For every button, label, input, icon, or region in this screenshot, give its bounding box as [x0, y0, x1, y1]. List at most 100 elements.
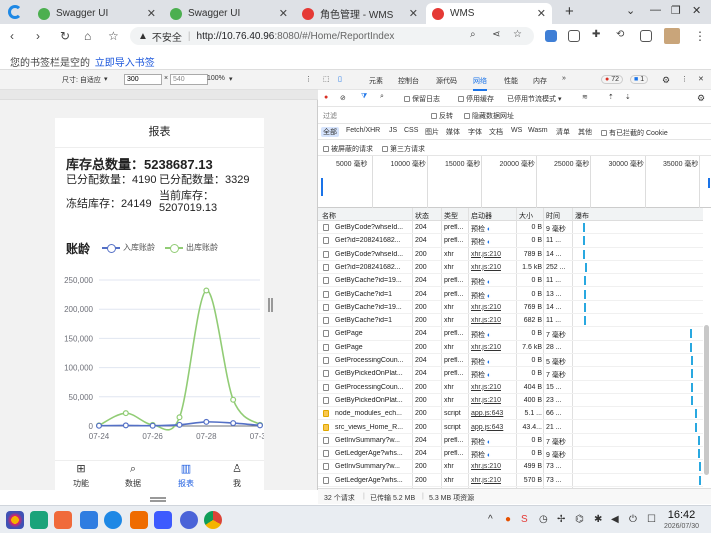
nav-me[interactable]: ♙ 我 — [222, 463, 252, 489]
minimize-icon[interactable]: — — [650, 4, 661, 16]
zoom-select[interactable]: 100% — [207, 75, 225, 82]
tray-s-icon[interactable]: S — [521, 514, 528, 525]
browser-tab-4[interactable]: WMS ✕ — [426, 3, 552, 24]
record-icon[interactable]: ● — [324, 94, 328, 101]
request-initiator[interactable]: xhr.js:210 — [471, 463, 517, 470]
bottom-resize-handle-icon[interactable] — [150, 497, 166, 499]
network-settings-icon[interactable]: ⚙ — [697, 93, 705, 104]
table-row[interactable]: GetByCode?whseId... 200 xhr xhr.js:210 789 B… — [318, 248, 703, 261]
multitask-icon[interactable] — [30, 511, 48, 529]
col-status[interactable]: 状态 — [415, 211, 429, 221]
tray-power-icon[interactable]: ⏻ — [629, 514, 637, 525]
table-row[interactable]: GetLedgerAge?whs... 204 prefl... 预检 ◐ 0 B 9 毫… — [318, 447, 703, 461]
request-initiator[interactable]: xhr.js:210 — [471, 251, 517, 258]
third-party-checkbox[interactable]: 第三方请求 — [382, 144, 425, 154]
table-row[interactable]: GetInvSummary?w... 200 xhr xhr.js:210 499 B 7… — [318, 460, 703, 474]
filter-input[interactable]: 过滤 — [323, 111, 423, 121]
blocked-requests-checkbox[interactable]: 被屏蔽的请求 — [323, 144, 373, 154]
filter-font[interactable]: 字体 — [466, 127, 484, 137]
resize-handle-icon[interactable] — [268, 298, 270, 312]
more-options-icon[interactable]: ⋮ — [681, 75, 688, 83]
table-row[interactable]: Get?id=208241682... 200 xhr xhr.js:210 1.5 k… — [318, 261, 703, 275]
table-row[interactable]: GetByCache?id=19... 204 prefl... 预检 ◐ 0 B 11 … — [318, 274, 703, 288]
table-row[interactable]: GetByCache?id=1 204 prefl... 预检 ◐ 0 B 13 ... — [318, 288, 703, 301]
col-name[interactable]: 名称 — [322, 211, 336, 221]
nav-data[interactable]: ⌕ 数据 — [118, 463, 148, 489]
devtools-tab-performance[interactable]: 性能 — [504, 76, 518, 86]
devtools-tab-elements[interactable]: 元素 — [369, 76, 383, 86]
preserve-log-checkbox[interactable]: 保留日志 — [404, 94, 440, 104]
close-icon[interactable]: ✕ — [537, 7, 546, 20]
request-initiator[interactable]: xhr.js:210 — [471, 344, 517, 351]
forward-icon[interactable]: › — [36, 29, 40, 43]
menu-icon[interactable]: ⋮ — [694, 29, 706, 43]
device-width-input[interactable] — [124, 74, 162, 85]
col-type[interactable]: 类型 — [444, 211, 458, 221]
browser-logo-icon[interactable] — [8, 5, 22, 19]
table-row[interactable]: GetPage 200 xhr xhr.js:210 7.6 kB 28 ... — [318, 341, 703, 354]
table-row[interactable]: GetByCode?whseId... 204 prefl... 预检 ◐ 0 B 9 毫… — [318, 221, 703, 235]
table-row[interactable]: GetByCache?id=1 200 xhr xhr.js:210 682 B 11 .… — [318, 314, 703, 328]
devtools-tab-network[interactable]: 网络 — [473, 76, 487, 91]
devtools-tab-memory[interactable]: 内存 — [533, 76, 547, 86]
filter-css[interactable]: CSS — [402, 127, 420, 134]
filter-doc[interactable]: 文档 — [487, 127, 505, 137]
filter-img[interactable]: 图片 — [423, 127, 441, 137]
table-row[interactable]: GetPage 204 prefl... 预检 ◐ 0 B 7 毫秒 — [318, 327, 703, 341]
request-initiator[interactable]: xhr.js:210 — [471, 397, 517, 404]
reload-icon[interactable]: ↻ — [60, 29, 70, 43]
request-initiator[interactable]: xhr.js:210 — [471, 384, 517, 391]
profile-avatar[interactable] — [664, 28, 680, 44]
request-initiator[interactable]: app.js:643 — [471, 410, 517, 417]
system-clock[interactable]: 16:42 2026/07/30 — [664, 510, 699, 532]
close-devtools-icon[interactable]: ✕ — [698, 75, 704, 83]
throttle-select[interactable]: 已停用节流模式 ▾ — [507, 94, 561, 104]
tray-network-icon[interactable]: ⌬ — [575, 514, 584, 525]
table-row[interactable]: GetByPickedOnPlat... 204 prefl... 预检 ◐ 0 B 7 … — [318, 367, 703, 381]
tray-settings-icon[interactable]: ✢ — [557, 514, 565, 525]
extension-icon[interactable] — [545, 30, 557, 42]
bookmark-star-icon[interactable]: ☆ — [108, 29, 119, 43]
tray-volume-icon[interactable]: ◀ — [611, 514, 619, 525]
warning-icon[interactable]: ▲ — [138, 31, 148, 42]
more-options-icon[interactable]: ⋮ — [305, 75, 312, 83]
tray-app-icon[interactable]: ● — [505, 514, 511, 525]
history-icon[interactable]: ⟲ — [616, 29, 624, 40]
device-size-select[interactable]: 尺寸: 自适应 — [62, 75, 101, 85]
request-initiator[interactable]: xhr.js:210 — [471, 477, 517, 484]
request-initiator[interactable]: xhr.js:210 — [471, 317, 517, 324]
close-icon[interactable]: ✕ — [279, 7, 288, 20]
table-row[interactable]: GetByPickedOnPlat... 200 xhr xhr.js:210 400 … — [318, 394, 703, 408]
monitor-icon[interactable] — [180, 511, 198, 529]
tray-bluetooth-icon[interactable]: ✱ — [594, 514, 602, 525]
chrome-icon[interactable] — [204, 511, 222, 529]
devtools-tab-console[interactable]: 控制台 — [398, 76, 419, 86]
deepin-icon[interactable] — [104, 511, 122, 529]
filter-all[interactable]: 全部 — [321, 127, 339, 137]
file-manager-icon[interactable] — [80, 511, 98, 529]
settings-gear-icon[interactable]: ⚙ — [662, 75, 670, 86]
maximize-icon[interactable]: ❐ — [671, 4, 681, 17]
legend-out[interactable]: 出库账龄 — [165, 242, 218, 253]
screenshot-icon[interactable] — [568, 30, 580, 42]
col-waterfall[interactable]: 瀑布 — [575, 211, 589, 221]
more-tabs-icon[interactable]: » — [562, 75, 566, 82]
device-toggle-icon[interactable]: ▯ — [338, 75, 342, 83]
device-height-input[interactable] — [170, 74, 208, 85]
search-icon[interactable]: ⌕ — [380, 93, 384, 101]
request-initiator[interactable]: xhr.js:210 — [471, 304, 517, 311]
nav-report[interactable]: ▥ 报表 — [171, 463, 201, 489]
tray-notify-icon[interactable]: ☐ — [647, 514, 656, 525]
table-row[interactable]: GetByCache?id=19... 200 xhr xhr.js:210 769 B… — [318, 301, 703, 315]
legend-in[interactable]: 入库账龄 — [102, 242, 155, 253]
close-icon[interactable]: ✕ — [409, 7, 418, 20]
blocked-cookies-checkbox[interactable]: 有已拦截的 Cookie — [601, 128, 668, 138]
filter-fetch-xhr[interactable]: Fetch/XHR — [344, 127, 382, 134]
clear-icon[interactable]: ⊘ — [340, 94, 346, 102]
message-badge[interactable]: ■ 1 — [630, 75, 649, 84]
sidebar-icon[interactable] — [640, 30, 652, 42]
browser-tab-1[interactable]: Swagger UI ✕ — [32, 3, 162, 24]
col-size[interactable]: 大小 — [519, 211, 533, 221]
star-icon[interactable]: ☆ — [513, 29, 522, 40]
filter-js[interactable]: JS — [387, 127, 399, 134]
